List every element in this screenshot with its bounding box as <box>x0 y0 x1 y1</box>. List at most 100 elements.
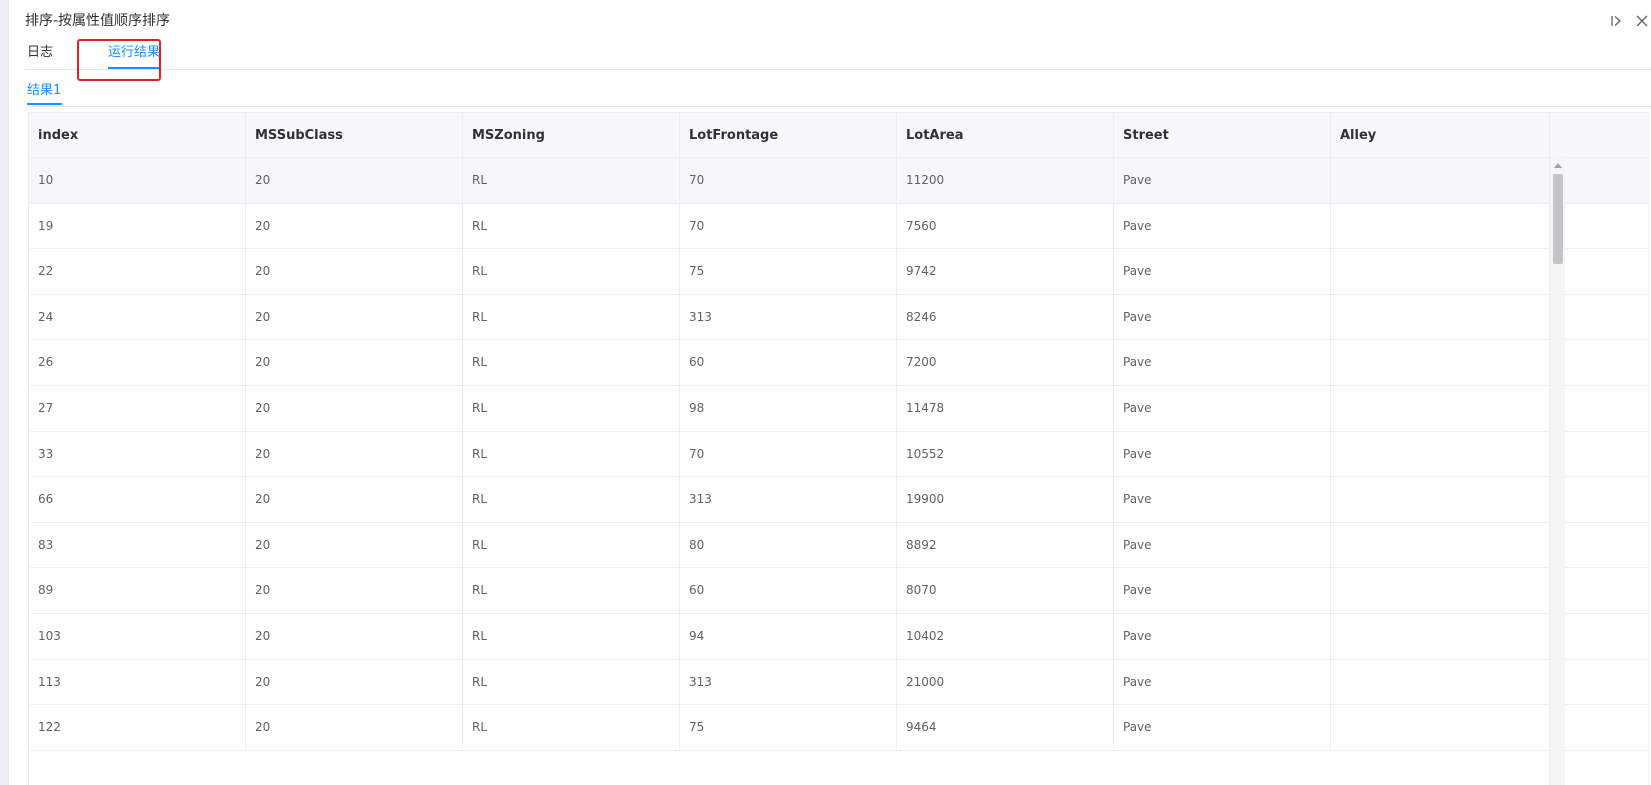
table-cell-street: Pave <box>1114 568 1331 614</box>
table-cell-mssubclass: 20 <box>246 522 463 568</box>
table-row[interactable]: 103 20 RL 94 10402 Pave <box>29 614 1648 660</box>
table-cell-alley <box>1331 659 1550 705</box>
table-cell-index: 89 <box>29 568 246 614</box>
header-actions <box>1607 10 1651 32</box>
table-cell-street: Pave <box>1114 340 1331 386</box>
table-cell-mssubclass: 20 <box>246 203 463 249</box>
table-cell-lotfrontage: 70 <box>680 203 897 249</box>
table-cell-mszoning: RL <box>463 249 680 295</box>
table-cell-lotarea: 7560 <box>897 203 1114 249</box>
table-cell-mszoning: RL <box>463 568 680 614</box>
table-row[interactable]: 19 20 RL 70 7560 Pave <box>29 203 1648 250</box>
close-icon[interactable] <box>1633 10 1651 32</box>
column-header-street[interactable]: Street <box>1114 113 1331 158</box>
collapse-right-icon[interactable] <box>1607 10 1625 32</box>
scroll-up-arrow-icon[interactable] <box>1554 163 1562 168</box>
table-cell-alley <box>1331 705 1550 751</box>
table-cell-lotfrontage: 75 <box>680 705 897 751</box>
table-row[interactable]: 26 20 RL 60 7200 Pave <box>29 340 1648 386</box>
table-cell-alley <box>1331 203 1550 249</box>
table-row[interactable]: 83 20 RL 80 8892 Pave <box>29 522 1648 569</box>
table-cell-mszoning: RL <box>463 158 680 203</box>
table-cell-street: Pave <box>1114 522 1331 568</box>
table-cell-lotfrontage: 313 <box>680 477 897 523</box>
table-cell-street: Pave <box>1114 705 1331 751</box>
table-cell-lotfrontage: 70 <box>680 158 897 203</box>
table-cell-mssubclass: 20 <box>246 705 463 751</box>
column-header-lotarea[interactable]: LotArea <box>897 113 1114 158</box>
table-cell-street: Pave <box>1114 203 1331 249</box>
table-cell-lotarea: 8892 <box>897 522 1114 568</box>
table-cell-mssubclass: 20 <box>246 568 463 614</box>
table-cell-mszoning: RL <box>463 203 680 249</box>
column-header-lotfrontage[interactable]: LotFrontage <box>680 113 897 158</box>
table-cell-street: Pave <box>1114 158 1331 203</box>
table-cell-lotarea: 8070 <box>897 568 1114 614</box>
table-cell-alley <box>1331 522 1550 568</box>
table-cell-mssubclass: 20 <box>246 477 463 523</box>
table-cell-index: 33 <box>29 431 246 477</box>
table-cell-mssubclass: 20 <box>246 249 463 295</box>
table-cell-index: 19 <box>29 203 246 249</box>
table-cell-mssubclass: 20 <box>246 294 463 340</box>
table-row[interactable]: 66 20 RL 313 19900 Pave <box>29 477 1648 523</box>
table-cell-lotfrontage: 98 <box>680 386 897 431</box>
table-cell-lotfrontage: 70 <box>680 431 897 477</box>
table-cell-alley <box>1331 158 1550 203</box>
table-cell-lotarea: 8246 <box>897 294 1114 340</box>
table-cell-alley <box>1331 294 1550 340</box>
table-cell-lotfrontage: 313 <box>680 659 897 705</box>
table-cell-alley <box>1331 386 1550 431</box>
table-cell-mssubclass: 20 <box>246 158 463 203</box>
table-cell-lotfrontage: 60 <box>680 568 897 614</box>
table-row[interactable]: 113 20 RL 313 21000 Pave <box>29 659 1648 706</box>
tab-bar: 日志 运行结果 <box>25 36 1651 70</box>
table-cell-lotarea: 19900 <box>897 477 1114 523</box>
table-cell-index: 103 <box>29 614 246 659</box>
result-panel: 排序-按属性值顺序排序 日志 运行结果 结果1 index MSSubClass… <box>8 0 1651 785</box>
table-cell-lotfrontage: 80 <box>680 522 897 568</box>
active-subtab-indicator <box>27 103 62 105</box>
table-cell-index: 122 <box>29 705 246 751</box>
column-header-alley[interactable]: Alley <box>1331 113 1550 158</box>
table-scrollbar[interactable] <box>1549 157 1565 785</box>
panel-title: 排序-按属性值顺序排序 <box>25 13 171 29</box>
table-cell-index: 27 <box>29 386 246 431</box>
table-cell-lotfrontage: 94 <box>680 614 897 659</box>
table-cell-mssubclass: 20 <box>246 614 463 659</box>
column-header-index[interactable]: index <box>29 113 246 158</box>
table-cell-lotarea: 7200 <box>897 340 1114 386</box>
column-header-mszoning[interactable]: MSZoning <box>463 113 680 158</box>
table-cell-lotarea: 11478 <box>897 386 1114 431</box>
table-cell-alley <box>1331 249 1550 295</box>
table-cell-mssubclass: 20 <box>246 340 463 386</box>
table-row[interactable]: 33 20 RL 70 10552 Pave <box>29 431 1648 478</box>
table-cell-street: Pave <box>1114 614 1331 659</box>
result-table: index MSSubClass MSZoning LotFrontage Lo… <box>28 112 1649 785</box>
table-cell-alley <box>1331 568 1550 614</box>
table-row[interactable]: 27 20 RL 98 11478 Pave <box>29 386 1648 432</box>
table-cell-lotarea: 9464 <box>897 705 1114 751</box>
table-cell-index: 113 <box>29 659 246 705</box>
table-cell-mszoning: RL <box>463 386 680 431</box>
table-cell-street: Pave <box>1114 386 1331 431</box>
table-header: index MSSubClass MSZoning LotFrontage Lo… <box>29 113 1648 158</box>
tab-log[interactable]: 日志 <box>27 44 53 62</box>
column-header-mssubclass[interactable]: MSSubClass <box>246 113 463 158</box>
table-row[interactable]: 89 20 RL 60 8070 Pave <box>29 568 1648 614</box>
table-cell-index: 66 <box>29 477 246 523</box>
table-row[interactable]: 122 20 RL 75 9464 Pave <box>29 705 1648 751</box>
backdrop <box>0 0 8 785</box>
tab-run-results[interactable]: 运行结果 <box>108 44 160 62</box>
table-cell-mssubclass: 20 <box>246 659 463 705</box>
table-cell-lotarea: 10402 <box>897 614 1114 659</box>
table-cell-lotarea: 21000 <box>897 659 1114 705</box>
table-row[interactable]: 22 20 RL 75 9742 Pave <box>29 249 1648 295</box>
table-cell-mszoning: RL <box>463 294 680 340</box>
subtab-result-1[interactable]: 结果1 <box>27 82 61 100</box>
table-row[interactable]: 10 20 RL 70 11200 Pave <box>29 158 1648 204</box>
table-cell-mssubclass: 20 <box>246 431 463 477</box>
scrollbar-thumb[interactable] <box>1553 174 1563 264</box>
table-cell-mszoning: RL <box>463 522 680 568</box>
table-row[interactable]: 24 20 RL 313 8246 Pave <box>29 294 1648 341</box>
